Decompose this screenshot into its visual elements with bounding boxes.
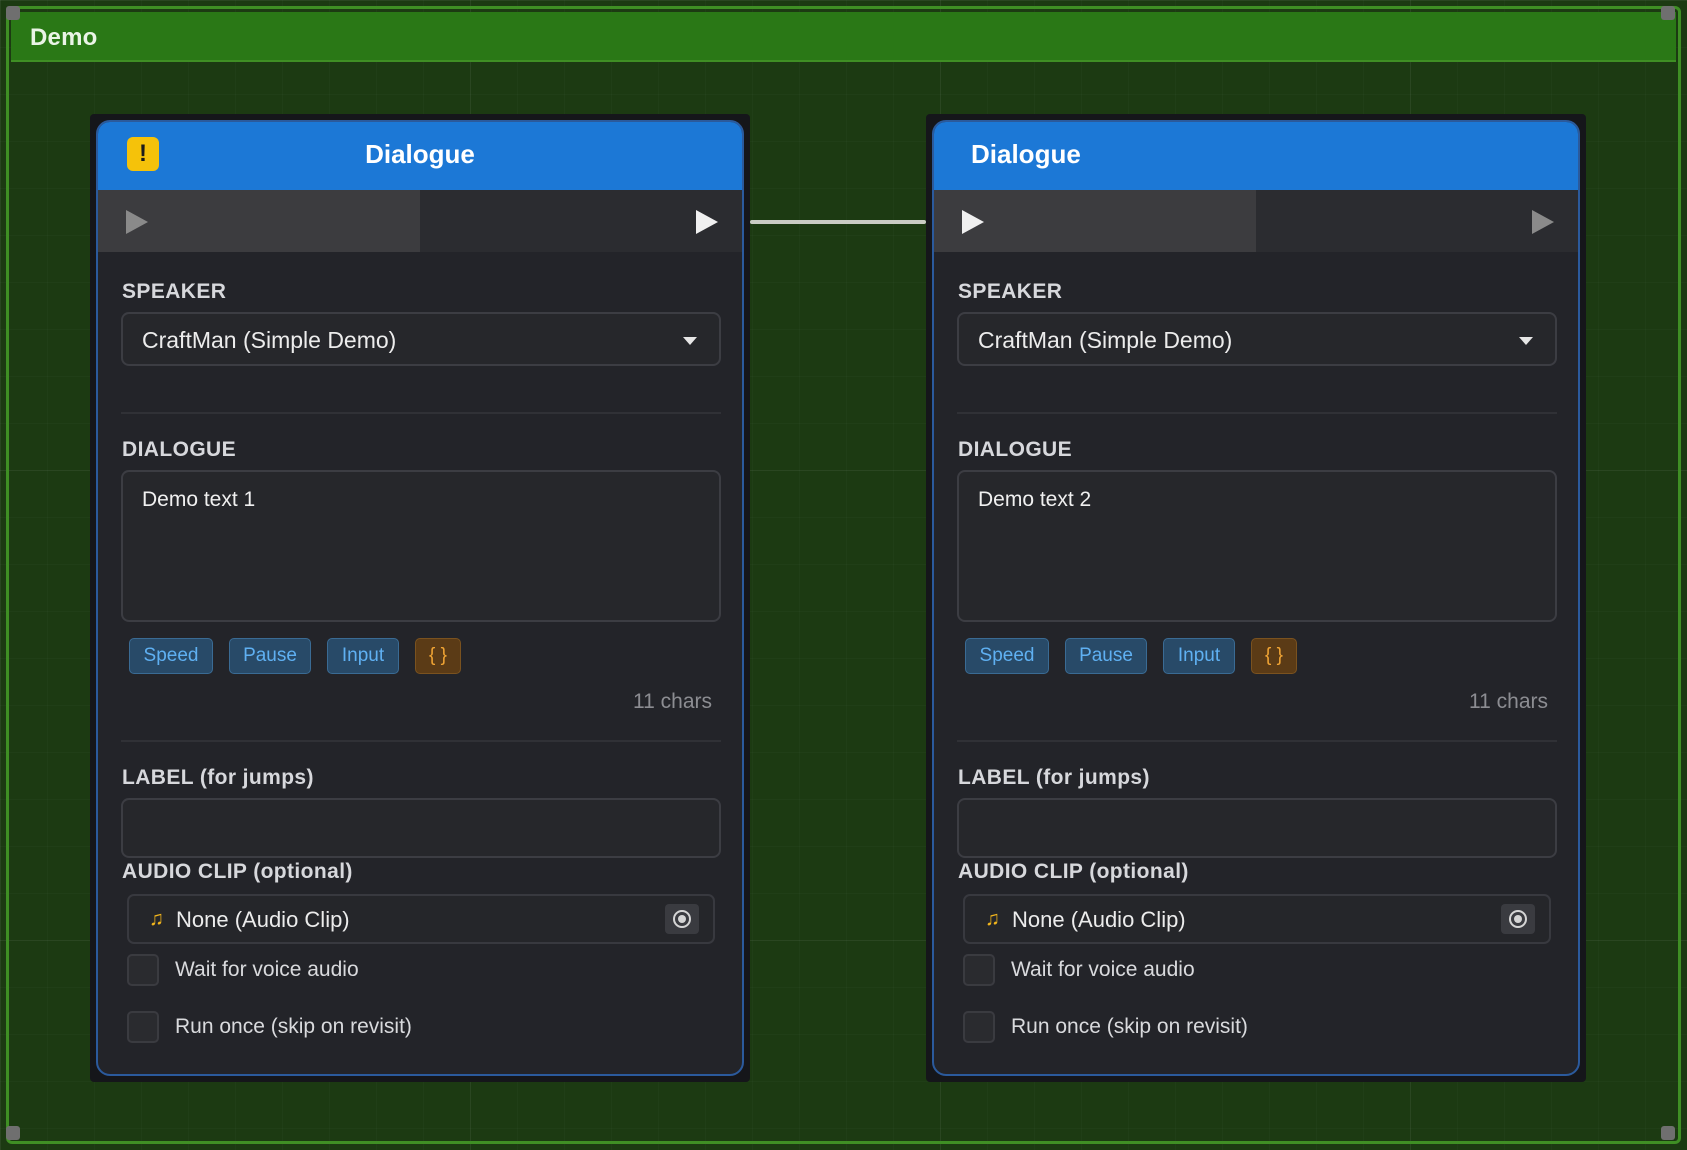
resize-handle-bottom-right[interactable] <box>1661 1126 1675 1140</box>
divider <box>957 412 1557 414</box>
input-tag-button[interactable]: Input <box>1163 638 1235 674</box>
dialogue-textarea[interactable]: Demo text 1 <box>121 470 721 622</box>
input-tag-button[interactable]: Input <box>327 638 399 674</box>
dialogue-text: Demo text 1 <box>142 488 256 511</box>
char-count: 11 chars <box>1469 690 1548 713</box>
input-port[interactable] <box>98 190 420 252</box>
jump-label-label: LABEL (for jumps) <box>122 766 314 789</box>
speed-tag-button[interactable]: Speed <box>965 638 1049 674</box>
group-header[interactable]: Demo <box>11 12 1676 62</box>
variable-tag-button[interactable]: { } <box>415 638 461 674</box>
node-title: Dialogue <box>365 139 475 169</box>
variable-tag-button[interactable]: { } <box>1251 638 1297 674</box>
char-count: 11 chars <box>633 690 712 713</box>
node-header[interactable]: Dialogue <box>934 122 1578 190</box>
port-row <box>934 190 1578 252</box>
dialogue-label: DIALOGUE <box>958 438 1073 461</box>
audio-clip-label: AUDIO CLIP (optional) <box>122 860 353 883</box>
divider <box>121 740 721 742</box>
object-picker-icon[interactable] <box>665 904 699 934</box>
wait-voice-label: Wait for voice audio <box>1011 958 1195 981</box>
play-input-icon <box>126 210 148 234</box>
run-once-checkbox[interactable] <box>963 1011 995 1043</box>
dialogue-textarea[interactable]: Demo text 2 <box>957 470 1557 622</box>
output-port[interactable] <box>422 190 742 252</box>
dialogue-node[interactable]: ! Dialogue SPEAKER CraftMan (Simple Demo… <box>96 120 744 1076</box>
wait-voice-checkbox[interactable] <box>127 954 159 986</box>
picker-dot <box>678 915 686 923</box>
chevron-down-icon <box>1519 337 1533 345</box>
divider <box>121 412 721 414</box>
music-note-icon: ♫ <box>985 908 1000 930</box>
speaker-label: SPEAKER <box>958 280 1063 303</box>
audio-clip-field[interactable]: ♫ None (Audio Clip) <box>127 894 715 944</box>
speaker-value: CraftMan (Simple Demo) <box>142 327 397 353</box>
port-row <box>98 190 742 252</box>
speaker-dropdown[interactable]: CraftMan (Simple Demo) <box>121 312 721 366</box>
play-output-icon <box>696 210 718 234</box>
run-once-label: Run once (skip on revisit) <box>175 1015 412 1038</box>
speaker-label: SPEAKER <box>122 280 227 303</box>
music-note-icon: ♫ <box>149 908 164 930</box>
audio-clip-value: None (Audio Clip) <box>1012 907 1186 932</box>
pause-tag-button[interactable]: Pause <box>229 638 311 674</box>
resize-handle-top-right[interactable] <box>1661 6 1675 20</box>
resize-handle-top-left[interactable] <box>6 6 20 20</box>
jump-label-input[interactable] <box>957 798 1557 858</box>
jump-label-label: LABEL (for jumps) <box>958 766 1150 789</box>
group-title[interactable]: Demo <box>30 24 97 52</box>
resize-handle-bottom-left[interactable] <box>6 1126 20 1140</box>
dialogue-label: DIALOGUE <box>122 438 237 461</box>
dialogue-node[interactable]: Dialogue SPEAKER CraftMan (Simple Demo) … <box>932 120 1580 1076</box>
dialogue-text: Demo text 2 <box>978 488 1092 511</box>
speaker-dropdown[interactable]: CraftMan (Simple Demo) <box>957 312 1557 366</box>
pause-tag-button[interactable]: Pause <box>1065 638 1147 674</box>
audio-clip-field[interactable]: ♫ None (Audio Clip) <box>963 894 1551 944</box>
play-input-icon <box>962 210 984 234</box>
audio-clip-label: AUDIO CLIP (optional) <box>958 860 1189 883</box>
node-header[interactable]: ! Dialogue <box>98 122 742 190</box>
speaker-value: CraftMan (Simple Demo) <box>978 327 1233 353</box>
wait-voice-checkbox[interactable] <box>963 954 995 986</box>
object-picker-icon[interactable] <box>1501 904 1535 934</box>
chevron-down-icon <box>683 337 697 345</box>
input-port[interactable] <box>934 190 1256 252</box>
divider <box>957 740 1557 742</box>
play-output-icon <box>1532 210 1554 234</box>
jump-label-input[interactable] <box>121 798 721 858</box>
speed-tag-button[interactable]: Speed <box>129 638 213 674</box>
picker-dot <box>1514 915 1522 923</box>
node-connection-edge[interactable] <box>750 220 926 224</box>
output-port[interactable] <box>1258 190 1578 252</box>
node-title: Dialogue <box>971 139 1081 169</box>
run-once-label: Run once (skip on revisit) <box>1011 1015 1248 1038</box>
wait-voice-label: Wait for voice audio <box>175 958 359 981</box>
run-once-checkbox[interactable] <box>127 1011 159 1043</box>
audio-clip-value: None (Audio Clip) <box>176 907 350 932</box>
